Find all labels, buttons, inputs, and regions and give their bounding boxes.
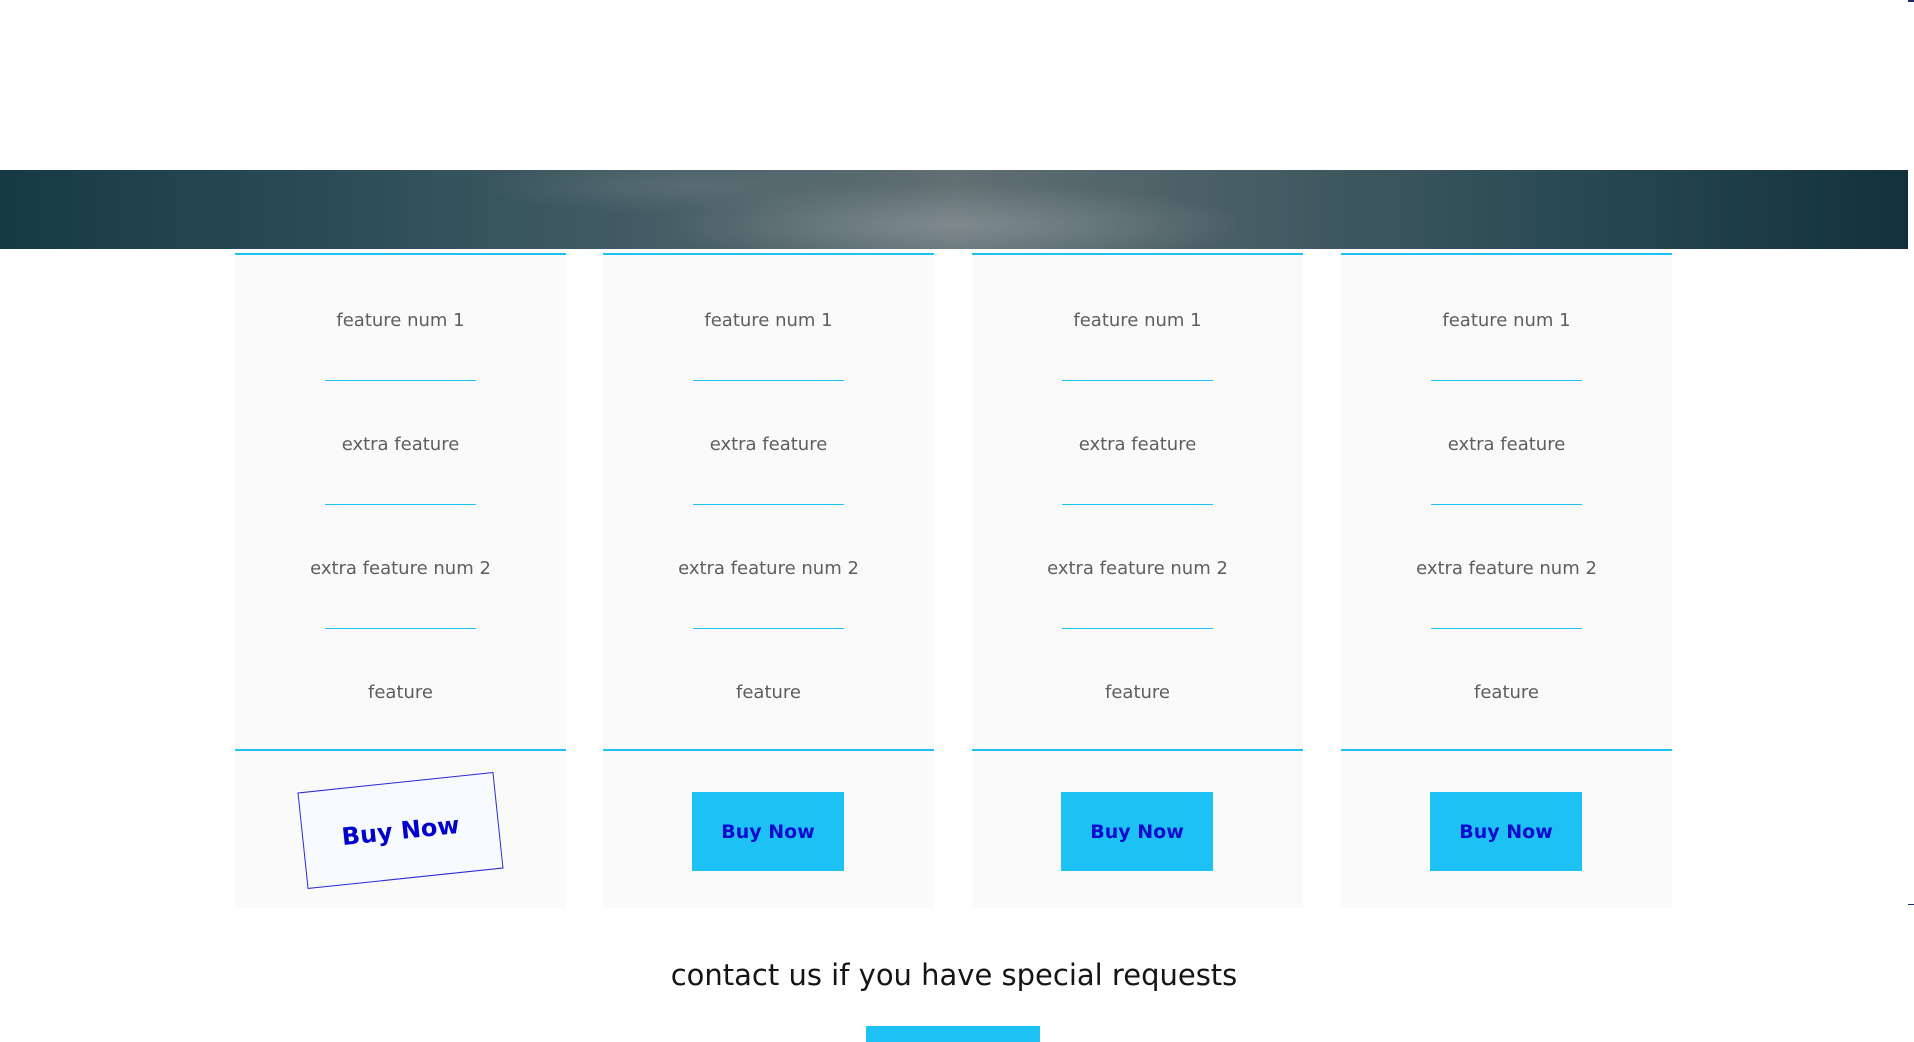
pricing-card: feature num 1 extra feature extra featur… <box>603 253 934 908</box>
feature-item: extra feature num 2 <box>310 558 491 579</box>
feature-item: feature <box>368 682 433 703</box>
feature-item: extra feature <box>709 434 828 455</box>
pricing-card: feature num 1 extra feature extra featur… <box>972 253 1303 908</box>
feature-divider <box>1431 628 1582 629</box>
contact-heading: contact us if you have special requests <box>670 958 1238 992</box>
feature-divider <box>1062 628 1213 629</box>
feature-item: extra feature <box>1078 434 1197 455</box>
feature-divider <box>325 504 476 505</box>
buy-now-button[interactable]: Buy Now <box>1061 792 1213 871</box>
hero-banner-image <box>0 170 1908 249</box>
feature-item: feature num 1 <box>1442 310 1571 331</box>
feature-item: feature <box>1105 682 1170 703</box>
feature-divider <box>693 504 844 505</box>
feature-item: extra feature num 2 <box>1416 558 1597 579</box>
feature-item: extra feature <box>1447 434 1566 455</box>
feature-list: feature num 1 extra feature extra featur… <box>603 255 934 751</box>
feature-item: extra feature <box>341 434 460 455</box>
edge-artifact <box>1908 0 1914 2</box>
feature-divider <box>325 628 476 629</box>
feature-list: feature num 1 extra feature extra featur… <box>1341 255 1672 751</box>
feature-list: feature num 1 extra feature extra featur… <box>972 255 1303 751</box>
edge-artifact <box>1908 904 1914 905</box>
feature-divider <box>1431 504 1582 505</box>
buy-now-button[interactable]: Buy Now <box>297 771 504 890</box>
feature-item: feature <box>1474 682 1539 703</box>
feature-divider <box>693 628 844 629</box>
feature-item: feature <box>736 682 801 703</box>
feature-item: extra feature num 2 <box>1047 558 1228 579</box>
pricing-card: feature num 1 extra feature extra featur… <box>1341 253 1672 908</box>
pricing-card: feature num 1 extra feature extra featur… <box>235 253 566 908</box>
feature-item: extra feature num 2 <box>678 558 859 579</box>
feature-divider <box>1062 504 1213 505</box>
buy-now-button[interactable]: Buy Now <box>692 792 844 871</box>
pricing-page: feature num 1 extra feature extra featur… <box>0 0 1914 1042</box>
feature-divider <box>1062 380 1213 381</box>
contact-button[interactable] <box>866 1026 1040 1042</box>
feature-item: feature num 1 <box>704 310 833 331</box>
feature-item: feature num 1 <box>1073 310 1202 331</box>
feature-divider <box>325 380 476 381</box>
buy-now-button[interactable]: Buy Now <box>1430 792 1582 871</box>
feature-divider <box>1431 380 1582 381</box>
feature-list: feature num 1 extra feature extra featur… <box>235 255 566 751</box>
feature-divider <box>693 380 844 381</box>
feature-item: feature num 1 <box>336 310 465 331</box>
